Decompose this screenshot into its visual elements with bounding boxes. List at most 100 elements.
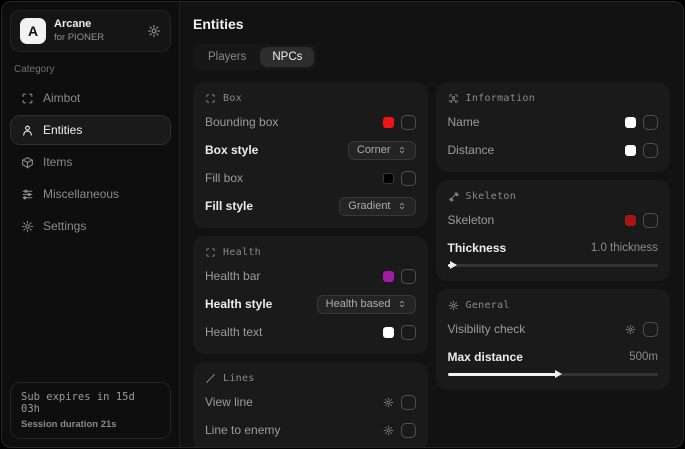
box-style-select[interactable]: Corner: [348, 141, 416, 160]
app-title-block: Arcane for PIONER: [54, 18, 139, 44]
card-title: Box: [223, 93, 242, 104]
sidebar-nav: Aimbot Entities Items Miscellaneous Sett…: [10, 83, 171, 241]
select-icon: [397, 145, 407, 155]
setting-row-visibility-check: Visibility check: [448, 319, 659, 339]
setting-row-health-text: Health text: [205, 322, 416, 342]
setting-row-line-to-enemy: Line to enemy: [205, 420, 416, 440]
card-lines: Lines View line Line to enemy: [193, 362, 428, 447]
setting-row-health-style: Health style Health based: [205, 294, 416, 314]
line-to-enemy-checkbox[interactable]: [401, 423, 416, 438]
tab-npcs[interactable]: NPCs: [260, 47, 314, 67]
bone-icon: [448, 191, 459, 202]
sidebar-item-items[interactable]: Items: [10, 147, 171, 177]
cube-icon: [21, 156, 34, 169]
sidebar-header: A Arcane for PIONER: [10, 10, 171, 52]
color-swatch[interactable]: [383, 173, 394, 184]
sidebar-item-label: Aimbot: [43, 91, 80, 105]
card-title: Information: [466, 93, 536, 104]
health-style-select[interactable]: Health based: [317, 295, 416, 314]
card-general: General Visibility check Max distance 50…: [436, 289, 671, 390]
subscription-footer: Sub expires in 15d 03h Session duration …: [10, 382, 171, 439]
fill-box-checkbox[interactable]: [401, 171, 416, 186]
gear-icon: [21, 220, 34, 233]
sidebar-item-label: Items: [43, 155, 72, 169]
sidebar-item-miscellaneous[interactable]: Miscellaneous: [10, 179, 171, 209]
gear-icon[interactable]: [383, 425, 394, 436]
sub-expiry-text: Sub expires in 15d 03h: [21, 391, 160, 415]
color-swatch[interactable]: [383, 117, 394, 128]
setting-label: Skeleton: [448, 213, 495, 227]
gear-icon[interactable]: [625, 324, 636, 335]
card-title: Skeleton: [466, 191, 517, 202]
gear-icon: [448, 300, 459, 311]
app-logo: A: [20, 18, 46, 44]
setting-row-distance: Distance: [448, 140, 659, 160]
setting-label: Max distance: [448, 350, 523, 364]
setting-label: Health text: [205, 325, 262, 339]
color-swatch[interactable]: [383, 271, 394, 282]
setting-label: Visibility check: [448, 322, 526, 336]
setting-label: Name: [448, 115, 480, 129]
right-column: Information Name Distance Skeleton Skele…: [436, 82, 671, 390]
sidebar-item-entities[interactable]: Entities: [10, 115, 171, 145]
max-distance-slider[interactable]: [448, 370, 659, 378]
setting-label: Fill box: [205, 171, 243, 185]
visibility-check-checkbox[interactable]: [643, 322, 658, 337]
setting-row-name: Name: [448, 112, 659, 132]
corners-icon: [205, 247, 216, 258]
setting-label: Box style: [205, 143, 258, 157]
health-text-checkbox[interactable]: [401, 325, 416, 340]
setting-label: Health bar: [205, 269, 260, 283]
setting-row-fill-style: Fill style Gradient: [205, 196, 416, 216]
color-swatch[interactable]: [625, 145, 636, 156]
sidebar-item-label: Settings: [43, 219, 86, 233]
fill-style-select[interactable]: Gradient: [339, 197, 415, 216]
sidebar-item-label: Miscellaneous: [43, 187, 119, 201]
sidebar: A Arcane for PIONER Category Aimbot Enti…: [2, 2, 180, 447]
color-swatch[interactable]: [383, 327, 394, 338]
sidebar-item-label: Entities: [43, 123, 82, 137]
cards-area: Box Bounding box Box style Corner Fill b…: [193, 82, 670, 447]
setting-row-box-style: Box style Corner: [205, 140, 416, 160]
name-checkbox[interactable]: [643, 115, 658, 130]
page-title: Entities: [193, 16, 670, 32]
color-swatch[interactable]: [625, 215, 636, 226]
color-swatch[interactable]: [625, 117, 636, 128]
skeleton-checkbox[interactable]: [643, 213, 658, 228]
bounding-box-checkbox[interactable]: [401, 115, 416, 130]
setting-label: Line to enemy: [205, 423, 280, 437]
view-line-checkbox[interactable]: [401, 395, 416, 410]
select-icon: [397, 299, 407, 309]
category-label: Category: [14, 64, 167, 75]
sidebar-item-aimbot[interactable]: Aimbot: [10, 83, 171, 113]
select-icon: [397, 201, 407, 211]
health-bar-checkbox[interactable]: [401, 269, 416, 284]
card-title: Lines: [223, 373, 255, 384]
setting-label: Thickness: [448, 241, 507, 255]
setting-row-max-distance: Max distance 500m: [448, 347, 659, 378]
setting-label: Fill style: [205, 199, 253, 213]
gear-icon[interactable]: [383, 397, 394, 408]
setting-row-thickness: Thickness 1.0 thickness: [448, 238, 659, 269]
setting-row-view-line: View line: [205, 392, 416, 412]
select-value: Gradient: [348, 200, 390, 212]
tab-players[interactable]: Players: [196, 47, 258, 67]
card-skeleton: Skeleton Skeleton Thickness 1.0 thicknes…: [436, 180, 671, 281]
left-column: Box Bounding box Box style Corner Fill b…: [193, 82, 428, 447]
slider-thumb[interactable]: [555, 370, 562, 378]
sliders-icon: [21, 188, 34, 201]
session-duration-text: Session duration 21s: [21, 419, 160, 430]
app-name: Arcane: [54, 18, 139, 32]
setting-row-skeleton: Skeleton: [448, 210, 659, 230]
thickness-slider[interactable]: [448, 261, 659, 269]
gear-icon[interactable]: [147, 24, 161, 38]
card-health: Health Health bar Health style Health ba…: [193, 236, 428, 354]
slider-value: 1.0 thickness: [591, 242, 658, 254]
setting-label: Bounding box: [205, 115, 278, 129]
app-subtitle: for PIONER: [54, 32, 139, 44]
sidebar-item-settings[interactable]: Settings: [10, 211, 171, 241]
line-icon: [205, 373, 216, 384]
distance-checkbox[interactable]: [643, 143, 658, 158]
slider-thumb[interactable]: [450, 261, 457, 269]
card-box: Box Bounding box Box style Corner Fill b…: [193, 82, 428, 228]
